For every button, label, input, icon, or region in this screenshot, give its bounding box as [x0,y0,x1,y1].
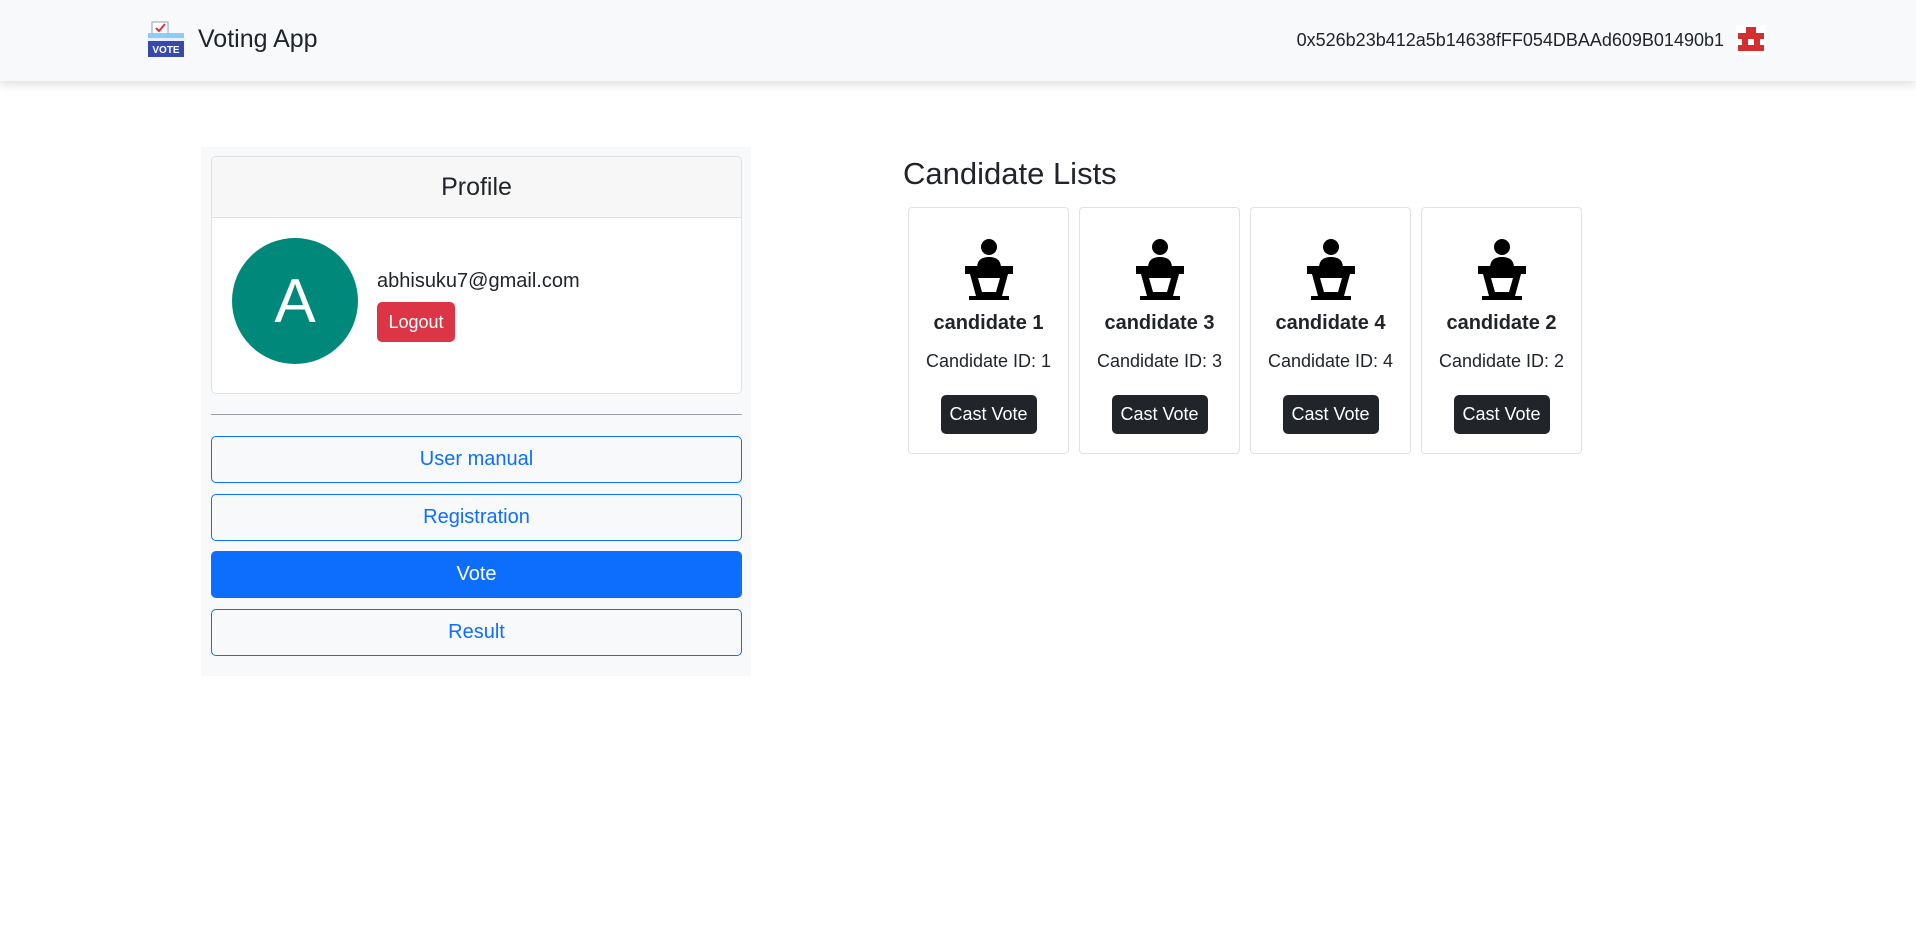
podium-person-icon [964,239,1013,300]
wallet-address: 0x526b23b412a5b14638fFF054DBAAd609B01490… [1296,29,1724,50]
identicon-icon[interactable] [1736,25,1766,55]
ballot-box-icon: VOTE [147,21,185,57]
candidate-id: Candidate ID: 2 [1438,351,1565,371]
avatar: A [232,238,358,364]
vote-button[interactable]: Vote [211,551,742,598]
candidate-id: Candidate ID: 1 [925,351,1052,371]
cast-vote-button[interactable]: Cast Vote [1453,395,1550,434]
profile-header: Profile [212,157,741,218]
candidate-name: candidate 4 [1275,312,1386,334]
podium-person-icon [1135,239,1184,300]
brand-name: Voting App [198,25,318,53]
user-manual-button[interactable]: User manual [211,436,742,483]
cast-vote-button[interactable]: Cast Vote [1111,395,1208,434]
logout-button[interactable]: Logout [377,302,455,342]
top-navbar: VOTE Voting App 0x526b23b412a5b14638fFF0… [0,0,1916,81]
podium-person-icon [1477,239,1526,300]
candidate-id: Candidate ID: 4 [1267,351,1394,371]
sidebar-panel: Profile A abhisuku7@gmail.com Logout Use… [201,147,751,676]
user-email: abhisuku7@gmail.com [377,270,580,292]
registration-button[interactable]: Registration [211,494,742,541]
account-info: 0x526b23b412a5b14638fFF054DBAAd609B01490… [1297,24,1766,56]
candidate-id: Candidate ID: 3 [1096,351,1223,371]
profile-card: Profile A abhisuku7@gmail.com Logout [211,156,742,394]
svg-text:VOTE: VOTE [152,45,180,56]
candidate-card: candidate 2 Candidate ID: 2 Cast Vote [1421,207,1582,454]
podium-person-icon [1306,239,1355,300]
candidate-name: candidate 3 [1104,312,1215,334]
profile-body: A abhisuku7@gmail.com Logout [212,218,741,393]
candidate-lists-title: Candidate Lists [903,156,1117,191]
result-button[interactable]: Result [211,609,742,656]
candidate-card: candidate 1 Candidate ID: 1 Cast Vote [908,207,1069,454]
candidate-card: candidate 4 Candidate ID: 4 Cast Vote [1250,207,1411,454]
brand-link[interactable]: VOTE Voting App [146,19,318,59]
divider [211,414,742,415]
candidate-card: candidate 3 Candidate ID: 3 Cast Vote [1079,207,1240,454]
candidate-name: candidate 2 [1446,312,1557,334]
cast-vote-button[interactable]: Cast Vote [1282,395,1379,434]
candidate-name: candidate 1 [933,312,1044,334]
cast-vote-button[interactable]: Cast Vote [940,395,1037,434]
